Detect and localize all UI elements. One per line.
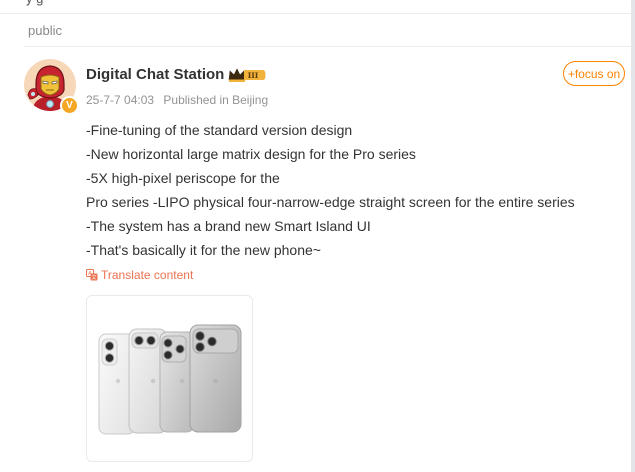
scrollbar[interactable] xyxy=(631,0,635,472)
svg-text:III: III xyxy=(248,71,259,80)
verified-badge: V xyxy=(60,96,79,115)
divider xyxy=(24,46,631,47)
post-line: -That's basically it for the new phone~ xyxy=(86,242,321,258)
crown-level-badge-icon[interactable]: III xyxy=(228,67,266,83)
post-line: Pro series -LIPO physical four-narrow-ed… xyxy=(86,194,575,210)
post-content: -Fine-tuning of the standard version des… xyxy=(86,118,616,262)
post-date[interactable]: 25-7-7 04:03 xyxy=(86,93,154,107)
translate-link[interactable]: A 文 Translate content xyxy=(86,268,193,282)
phone-lineup-image-icon xyxy=(98,324,242,435)
post-meta: 25-7-7 04:03 Published in Beijing xyxy=(86,93,268,107)
post-line: -Fine-tuning of the standard version des… xyxy=(86,122,353,138)
translate-icon: A 文 xyxy=(86,269,98,281)
visibility-label: public xyxy=(28,23,62,38)
post-line: -New horizontal large matrix design for … xyxy=(86,146,416,162)
post-image[interactable] xyxy=(86,295,253,462)
author-name[interactable]: Digital Chat Station xyxy=(86,66,224,83)
previous-post-text: y g xyxy=(26,0,43,6)
translate-label: Translate content xyxy=(101,268,194,282)
svg-text:文: 文 xyxy=(91,274,96,281)
post-line: -The system has a brand new Smart Island… xyxy=(86,218,371,234)
post-location: Published in Beijing xyxy=(163,93,269,107)
post-line: -5X high-pixel periscope for the xyxy=(86,170,280,186)
follow-button[interactable]: +focus on xyxy=(563,61,625,86)
previous-post-edge: y g xyxy=(0,0,631,14)
post-card: y g public xyxy=(0,0,631,472)
